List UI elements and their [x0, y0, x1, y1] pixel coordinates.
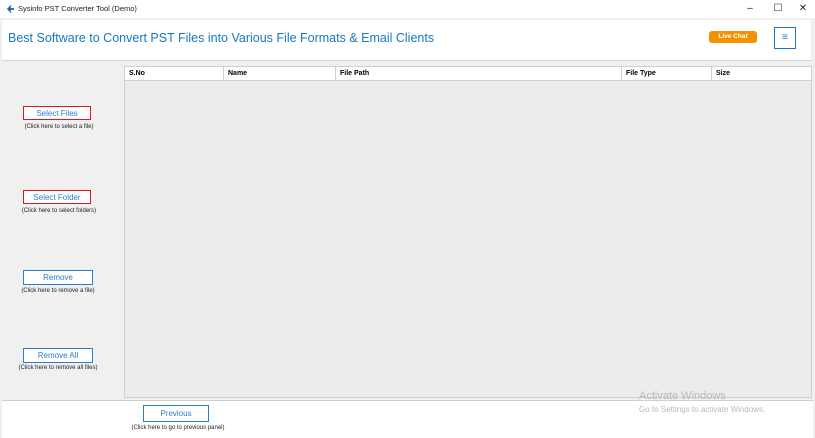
column-header-name[interactable]: Name	[224, 67, 336, 80]
select-files-hint: (Click here to select a file)	[24, 124, 94, 130]
activate-windows-watermark: Activate Windows	[639, 390, 726, 402]
header-banner: Best Software to Convert PST Files into …	[2, 20, 811, 61]
remove-button[interactable]: Remove	[23, 270, 93, 285]
select-folder-hint: (Click here to select folders)	[21, 208, 97, 214]
window-title: Sysinfo PST Converter Tool (Demo)	[18, 4, 137, 13]
column-header-file-path[interactable]: File Path	[336, 67, 622, 80]
minimize-button[interactable]: –	[738, 0, 762, 18]
remove-hint: (Click here to remove a file)	[21, 288, 95, 294]
select-files-button[interactable]: Select Files	[23, 106, 91, 120]
previous-button[interactable]: Previous	[143, 405, 209, 422]
previous-hint: (Click here to go to previous panel)	[131, 425, 225, 431]
live-chat-button[interactable]: Live Chat	[709, 31, 757, 43]
column-header-sno[interactable]: S.No	[125, 67, 224, 80]
app-icon	[6, 4, 15, 14]
title-bar: Sysinfo PST Converter Tool (Demo) – ☐ ✕	[0, 0, 815, 18]
remove-all-hint: (Click here to remove all files)	[18, 365, 98, 371]
header-tagline: Best Software to Convert PST Files into …	[8, 31, 435, 45]
column-header-file-type[interactable]: File Type	[622, 67, 712, 80]
table-header: S.No Name File Path File Type Size	[125, 67, 811, 81]
close-button[interactable]: ✕	[791, 0, 815, 18]
remove-all-button[interactable]: Remove All	[23, 348, 93, 363]
maximize-button[interactable]: ☐	[766, 0, 790, 18]
select-folder-button[interactable]: Select Folder	[23, 190, 91, 204]
column-header-size[interactable]: Size	[712, 67, 811, 80]
activate-windows-subtext: Go to Settings to activate Windows.	[639, 405, 766, 414]
hamburger-menu-icon[interactable]: ≡	[774, 27, 796, 49]
file-list-table[interactable]: S.No Name File Path File Type Size	[124, 66, 812, 398]
